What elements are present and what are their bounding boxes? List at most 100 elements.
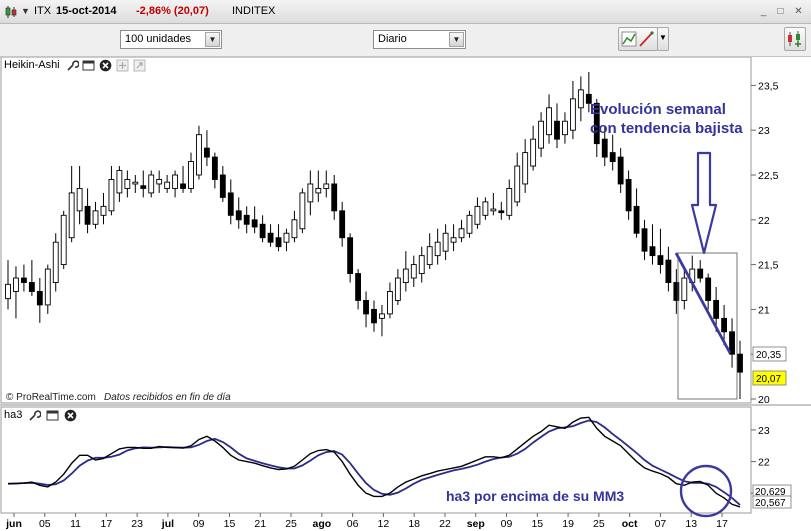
candle-body-down bbox=[705, 277, 712, 301]
maximize-icon[interactable]: □ bbox=[773, 4, 788, 18]
ha3-tag-lower: 20,567 bbox=[752, 495, 792, 509]
ha3-tick-label: 23 bbox=[758, 425, 770, 437]
candle-body-up bbox=[538, 120, 545, 149]
date-tick-label: ago bbox=[312, 518, 331, 530]
candle-body-down bbox=[339, 210, 346, 239]
candle-body-down bbox=[28, 282, 35, 292]
candle-body-down bbox=[20, 277, 27, 283]
candle-body-up bbox=[569, 98, 576, 131]
candle-body-up bbox=[323, 183, 330, 189]
candle-body-down bbox=[331, 183, 338, 212]
annotation-line1: Evolución semanal bbox=[590, 101, 726, 118]
window-icon[interactable] bbox=[82, 59, 95, 72]
candle-body-down bbox=[227, 192, 234, 216]
date-tick-label: 22 bbox=[439, 518, 451, 530]
units-select[interactable]: 100 unidades ▼ bbox=[120, 30, 222, 49]
minimize-icon[interactable]: _ bbox=[756, 4, 771, 18]
drawing-tools-dropdown[interactable]: ▼ bbox=[657, 27, 669, 51]
expand-icon[interactable] bbox=[116, 59, 129, 72]
candle-body-up bbox=[514, 165, 521, 203]
candle-body-down bbox=[371, 308, 377, 324]
date-tick-label: 23 bbox=[131, 518, 143, 530]
chevron-down-icon[interactable]: ▼ bbox=[21, 6, 30, 16]
candle-body-down bbox=[259, 223, 266, 239]
period-select[interactable]: Diario ▼ bbox=[373, 30, 466, 49]
date-tick-label: 17 bbox=[716, 518, 728, 530]
window-icon[interactable] bbox=[46, 409, 59, 422]
wrench-icon[interactable] bbox=[66, 59, 79, 72]
candle-body-up bbox=[681, 277, 688, 301]
svg-text:20,35: 20,35 bbox=[756, 350, 781, 361]
candle-body-up bbox=[530, 138, 537, 167]
add-indicator-button[interactable] bbox=[784, 27, 806, 51]
date-tick-label: 06 bbox=[347, 518, 359, 530]
candle-body-down bbox=[649, 246, 656, 257]
price-tick-label: 23,5 bbox=[758, 80, 779, 92]
candle-body-down bbox=[554, 120, 560, 140]
chevron-down-icon[interactable]: ▼ bbox=[205, 32, 220, 47]
candle-body-down bbox=[609, 152, 616, 163]
candle-body-up bbox=[116, 170, 123, 194]
candle-body-down bbox=[180, 183, 186, 189]
date-tick-label: 18 bbox=[408, 518, 420, 530]
date-tick-label: 05 bbox=[39, 518, 51, 530]
date-tick-label: 09 bbox=[501, 518, 513, 530]
wrench-icon[interactable] bbox=[28, 409, 41, 422]
candle-body-up bbox=[60, 214, 67, 266]
candle-body-down bbox=[713, 299, 720, 319]
candle-body-up bbox=[92, 210, 99, 225]
candle-body-down bbox=[641, 228, 648, 252]
date-tick-label: 12 bbox=[378, 518, 390, 530]
date-tick-label: 07 bbox=[655, 518, 667, 530]
candle-body-up bbox=[482, 201, 489, 216]
candle-body-up bbox=[283, 232, 290, 243]
chart-toolbar: 100 unidades ▼ Diario ▼ ▼ bbox=[0, 24, 811, 57]
price-indicator-label: Heikin-Ashi bbox=[4, 59, 60, 71]
price-tick-label: 22 bbox=[758, 215, 770, 227]
date-tick-label: 17 bbox=[101, 518, 113, 530]
candle-body-up bbox=[13, 277, 19, 292]
candle-body-up bbox=[148, 174, 155, 194]
candle-body-down bbox=[625, 179, 632, 212]
candle-body-up bbox=[76, 187, 83, 212]
date-axis: jun 05 11 17 23 jul 09 15 21 25 ago 06 12 18 22 sep 09 15… bbox=[5, 513, 728, 530]
date-tick-label: 11 bbox=[70, 518, 81, 530]
chevron-down-icon: ▼ bbox=[659, 33, 667, 42]
candle-body-down bbox=[36, 291, 43, 306]
candle-body-up bbox=[394, 277, 401, 301]
candlestick-icon[interactable] bbox=[4, 5, 18, 19]
candle-body-down bbox=[203, 147, 210, 158]
price-tick-label: 21,5 bbox=[758, 260, 779, 272]
candle-body-up bbox=[172, 174, 179, 189]
drawing-tools-icon bbox=[621, 31, 654, 47]
date-tick-label: 15 bbox=[531, 518, 543, 530]
candle-body-up bbox=[466, 214, 473, 234]
close-icon[interactable]: ✕ bbox=[791, 4, 806, 18]
candle-body-up bbox=[386, 291, 393, 315]
units-select-value: 100 unidades bbox=[125, 33, 192, 45]
drawing-tools-button[interactable] bbox=[618, 27, 658, 51]
candle-body-down bbox=[235, 210, 242, 221]
candle-body-up bbox=[426, 246, 433, 266]
price-tick-label: 22,5 bbox=[758, 170, 779, 182]
date-tick-label: sep bbox=[467, 518, 485, 530]
date-tick-label: 13 bbox=[685, 518, 697, 530]
credit-site: © ProRealTime.com bbox=[6, 392, 96, 403]
candle-body-down bbox=[275, 237, 282, 248]
candle-body-up bbox=[291, 219, 298, 239]
candle-body-up bbox=[156, 179, 163, 185]
chevron-down-icon[interactable]: ▼ bbox=[449, 32, 464, 47]
chart-area[interactable]: 23,52322,52221,52120,520 232221 jun05111… bbox=[0, 57, 811, 531]
candle-body-up bbox=[132, 181, 139, 185]
close-circle-icon[interactable] bbox=[64, 409, 77, 422]
date-tick-label: jun bbox=[5, 518, 22, 530]
date-tick-label: 15 bbox=[224, 518, 236, 530]
settings-faded-icon[interactable] bbox=[133, 59, 146, 72]
candle-body-up bbox=[108, 179, 115, 212]
candle-body-down bbox=[219, 174, 226, 198]
candle-body-up bbox=[522, 152, 529, 185]
close-circle-icon[interactable] bbox=[99, 59, 112, 72]
candle-body-up bbox=[196, 134, 202, 176]
candle-body-up bbox=[68, 192, 75, 239]
candle-body-down bbox=[140, 185, 147, 189]
